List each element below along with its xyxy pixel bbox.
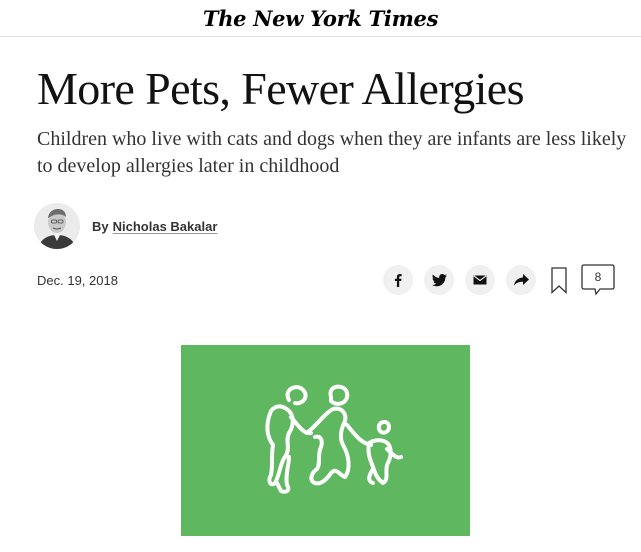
masthead: The New York Times [0,0,641,37]
email-share-button[interactable] [465,265,495,295]
share-arrow-icon [513,274,529,286]
twitter-icon [431,273,447,286]
article-meta-row: Dec. 19, 2018 8 [37,262,615,298]
article-headline: More Pets, Fewer Allergies [37,63,525,114]
comments-button[interactable]: 8 [581,264,615,296]
facebook-icon [394,274,402,287]
publish-date: Dec. 19, 2018 [37,273,118,288]
nyt-logo[interactable]: The New York Times [203,6,439,31]
article-illustration [181,345,470,536]
share-tools: 8 [372,262,615,298]
comments-count: 8 [594,270,602,284]
bookmark-icon [551,266,567,294]
byline-prefix: By [92,218,109,234]
family-outline-illustration [265,384,403,494]
byline: By Nicholas Bakalar [34,203,217,249]
email-icon [473,275,487,285]
article-summary: Children who live with cats and dogs whe… [37,128,627,177]
author-avatar[interactable] [34,203,80,249]
facebook-share-button[interactable] [383,265,413,295]
byline-text: By Nicholas Bakalar [92,219,217,234]
twitter-share-button[interactable] [424,265,454,295]
more-share-button[interactable] [506,265,536,295]
save-button[interactable] [548,265,570,295]
author-link[interactable]: Nicholas Bakalar [113,219,218,234]
